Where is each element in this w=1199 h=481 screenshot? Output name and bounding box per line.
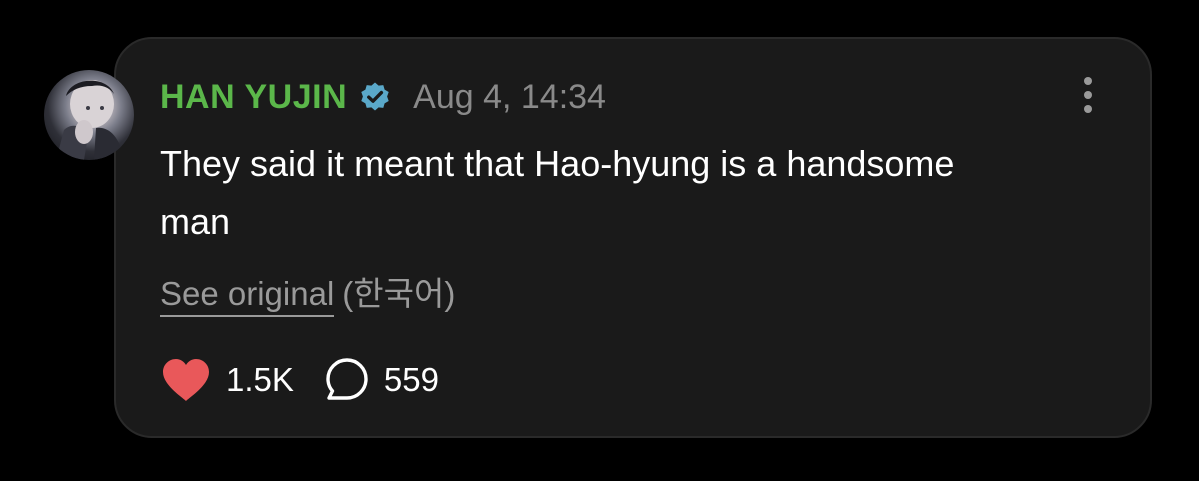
more-dot <box>1084 77 1092 85</box>
avatar[interactable] <box>44 70 134 160</box>
verified-badge-icon <box>359 81 391 113</box>
comment-text: They said it meant that Hao-hyung is a h… <box>160 143 955 242</box>
heart-icon[interactable] <box>160 357 212 403</box>
see-original-link[interactable]: See original <box>160 275 335 317</box>
more-options-icon[interactable] <box>1082 77 1094 117</box>
more-dot <box>1084 105 1092 113</box>
more-dot <box>1084 91 1092 99</box>
translation-row: See original (한국어) <box>160 267 456 317</box>
reply-bubble-icon[interactable] <box>324 357 370 403</box>
author-name[interactable]: HAN YUJIN <box>160 78 347 117</box>
comment-timestamp: Aug 4, 14:34 <box>413 77 606 116</box>
original-language-label: (한국어) <box>342 275 456 312</box>
comment-screenshot: HAN YUJIN Aug 4, 14:34 They said it mean… <box>0 0 1199 481</box>
like-count: 1.5K <box>226 361 294 398</box>
comment-header: HAN YUJIN Aug 4, 14:34 <box>160 75 606 119</box>
comment-card: HAN YUJIN Aug 4, 14:34 They said it mean… <box>114 37 1152 438</box>
comment-actions: 1.5K 559 <box>160 357 439 403</box>
reply-count: 559 <box>383 361 439 398</box>
